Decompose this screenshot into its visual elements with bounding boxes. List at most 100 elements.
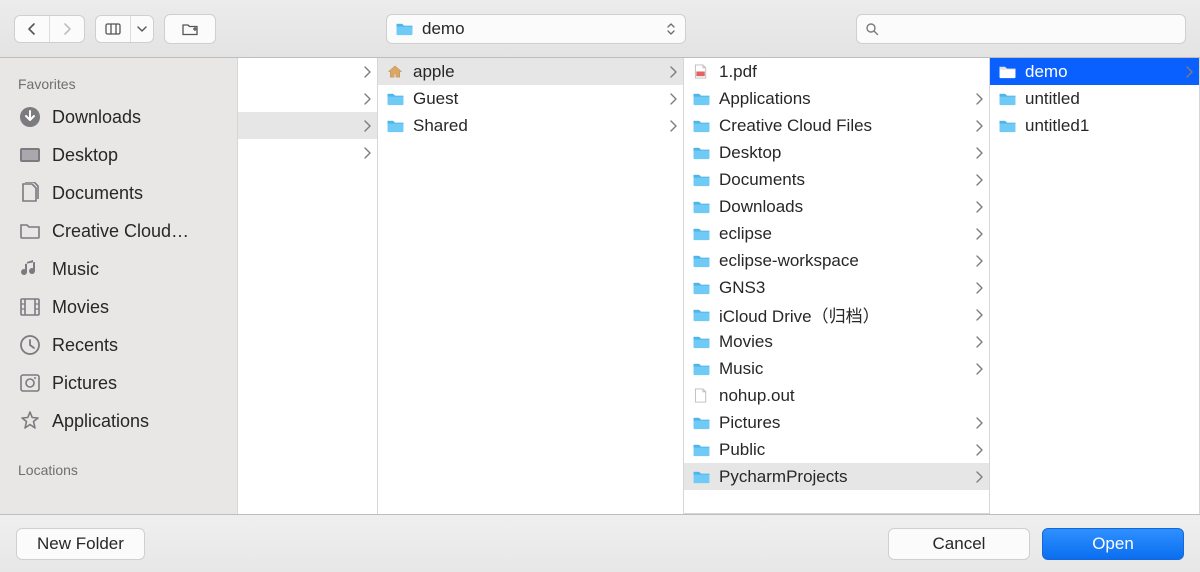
list-item[interactable]: eclipse [684,220,989,247]
column-3[interactable]: demo untitled untitled1 [990,58,1200,514]
list-item-label: 1.pdf [719,62,983,82]
folder-icon [692,145,711,160]
folder-pub-icon [692,442,711,457]
sidebar-item-documents[interactable]: Documents [0,174,237,212]
new-folder-toolbar-button[interactable] [164,14,216,44]
sidebar-item-label: Desktop [52,145,118,166]
sidebar-item-creative-cloud[interactable]: Creative Cloud… [0,212,237,250]
folder-icon [692,118,711,133]
applications-icon [18,409,42,433]
column-1[interactable]: appleGuestShared [378,58,684,514]
list-item-label: PycharmProjects [719,467,965,487]
new-folder-button[interactable]: New Folder [16,528,145,560]
sidebar-item-recents[interactable]: Recents [0,326,237,364]
view-switcher[interactable] [95,15,154,43]
list-item[interactable]: iCloud Drive（归档） [684,301,989,328]
sidebar-item-applications[interactable]: Applications [0,402,237,440]
list-item-label: Applications [719,89,965,109]
list-item-label: iCloud Drive（归档） [719,302,965,327]
sidebar-item-label: Creative Cloud… [52,221,189,242]
list-item[interactable]: PycharmProjects [684,463,989,490]
file-icon [692,388,711,403]
list-item[interactable]: Pictures [684,409,989,436]
list-item[interactable]: Applications [684,85,989,112]
list-item[interactable]: untitled1 [990,112,1199,139]
path-label: demo [422,19,657,39]
back-button[interactable] [15,16,49,42]
chevron-right-icon [361,119,371,133]
sidebar-item-desktop[interactable]: Desktop [0,136,237,174]
sidebar-item-label: Movies [52,297,109,318]
toolbar: demo [0,0,1200,58]
list-item[interactable]: Creative Cloud Files [684,112,989,139]
folder-mus-icon [692,361,711,376]
list-item[interactable] [238,139,377,166]
pdf-icon [692,64,711,79]
list-item[interactable]: nohup.out [684,382,989,409]
list-item-label: nohup.out [719,386,983,406]
sidebar-item-label: Documents [52,183,143,204]
sidebar-item-label: Applications [52,411,149,432]
open-button[interactable]: Open [1042,528,1184,560]
view-dropdown-button[interactable] [130,16,153,42]
sidebar-item-music[interactable]: Music [0,250,237,288]
forward-button[interactable] [49,16,84,42]
list-item-label: eclipse-workspace [719,251,965,271]
sidebar-item-downloads[interactable]: Downloads [0,98,237,136]
search-input[interactable] [885,20,1177,37]
column-browser: appleGuestShared 1.pdf Applications Creati… [238,58,1200,514]
chevron-right-icon [973,443,983,457]
column-2[interactable]: 1.pdf Applications Creative Cloud Files Des… [684,58,990,514]
list-item[interactable]: GNS3 [684,274,989,301]
pictures-icon [18,371,42,395]
footer: New Folder Cancel Open [0,514,1200,572]
folder-icon [692,280,711,295]
list-item[interactable] [238,112,377,139]
sidebar-item-label: Recents [52,335,118,356]
list-item[interactable]: Public [684,436,989,463]
list-item[interactable]: Documents [684,166,989,193]
chevron-right-icon [1183,65,1193,79]
folder-pic-icon [692,415,711,430]
list-item[interactable] [238,85,377,112]
folder-icon [692,469,711,484]
chevron-right-icon [361,65,371,79]
locations-header: Locations [0,456,237,484]
list-item[interactable]: Shared [378,112,683,139]
desktop-icon [18,143,42,167]
list-item[interactable]: Music [684,355,989,382]
cancel-button[interactable]: Cancel [888,528,1030,560]
list-item[interactable]: apple [378,58,683,85]
list-item[interactable]: Movies [684,328,989,355]
folder-app-icon [692,91,711,106]
list-item[interactable]: Desktop [684,139,989,166]
search-icon [865,22,879,36]
view-columns-button[interactable] [96,16,130,42]
list-item[interactable]: demo [990,58,1199,85]
search-field[interactable] [856,14,1186,44]
chevron-right-icon [973,173,983,187]
list-item-label: Music [719,359,965,379]
list-item[interactable]: 1.pdf [684,58,989,85]
folder-icon [998,64,1017,79]
chevron-updown-icon [665,22,677,36]
list-item-label: eclipse [719,224,965,244]
path-popup[interactable]: demo [386,14,686,44]
list-item[interactable]: Guest [378,85,683,112]
folder-icon [998,118,1017,133]
list-item-label: Documents [719,170,965,190]
list-item[interactable]: untitled [990,85,1199,112]
movies-icon [18,295,42,319]
sidebar-item-pictures[interactable]: Pictures [0,364,237,402]
list-item[interactable] [238,58,377,85]
list-item-label: Creative Cloud Files [719,116,965,136]
list-item-label: untitled1 [1025,116,1193,136]
chevron-right-icon [973,92,983,106]
folder-icon [18,219,42,243]
chevron-right-icon [973,281,983,295]
list-item[interactable]: eclipse-workspace [684,247,989,274]
list-item-label: demo [1025,62,1175,82]
list-item[interactable]: Downloads [684,193,989,220]
sidebar-item-movies[interactable]: Movies [0,288,237,326]
column-0[interactable] [238,58,378,514]
